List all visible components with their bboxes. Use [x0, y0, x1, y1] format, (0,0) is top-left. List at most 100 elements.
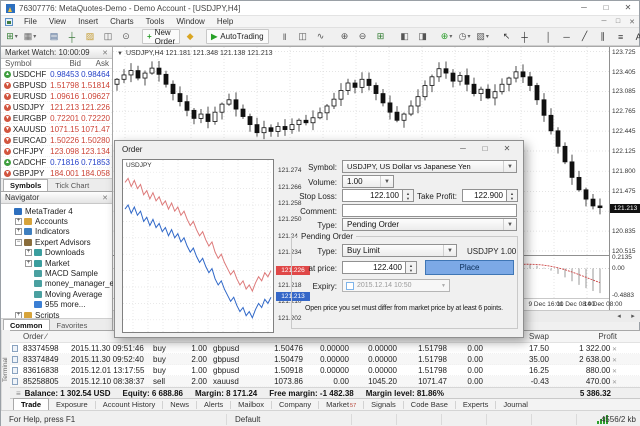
- tab-journal[interactable]: Journal: [496, 399, 535, 410]
- menu-item-window[interactable]: Window: [170, 16, 210, 28]
- market-watch-row-usdjpy[interactable]: ▼USDJPY121.213121.226: [1, 102, 112, 113]
- order-row-83616838[interactable]: 836168382015.12.01 13:17:55buy1.00gbpusd…: [10, 365, 640, 376]
- strategy-tester-icon[interactable]: ⊙: [118, 29, 134, 44]
- metaeditor-icon[interactable]: ◆: [182, 29, 198, 44]
- menu-item-view[interactable]: View: [43, 16, 72, 28]
- tab-account-history[interactable]: Account History: [96, 399, 163, 410]
- navigator-icon[interactable]: ▨: [82, 29, 98, 44]
- at-price-stepper[interactable]: ▲▼: [406, 261, 417, 274]
- scroll-left-icon[interactable]: ◂: [613, 312, 625, 322]
- navigator-item-metatrader-4[interactable]: MetaTrader 4: [1, 206, 112, 216]
- autotrading-button[interactable]: ▶AutoTrading: [206, 29, 268, 44]
- vertical-line-icon[interactable]: │: [541, 29, 557, 44]
- chevron-down-icon[interactable]: ▼: [503, 161, 516, 172]
- close-icon[interactable]: ✕: [102, 194, 108, 202]
- status-profile[interactable]: Default: [235, 415, 260, 424]
- tab-mailbox[interactable]: Mailbox: [231, 399, 271, 410]
- line-chart-icon[interactable]: ∿: [313, 29, 329, 44]
- expand-icon[interactable]: +: [25, 249, 32, 256]
- scroll-right-icon[interactable]: ▸: [627, 312, 639, 322]
- templates-icon[interactable]: ▧▾: [475, 29, 491, 44]
- zoom-in-icon[interactable]: ⊕: [337, 29, 353, 44]
- one-click-trading-toggle[interactable]: ▼: [117, 51, 123, 57]
- child-close-button[interactable]: ✕: [625, 18, 639, 26]
- menu-item-insert[interactable]: Insert: [72, 16, 104, 28]
- child-restore-button[interactable]: □: [611, 18, 625, 26]
- volume-select[interactable]: 1.00 ▼: [342, 175, 394, 188]
- menu-item-charts[interactable]: Charts: [104, 16, 140, 28]
- tab-experts[interactable]: Experts: [456, 399, 495, 410]
- order-type-select[interactable]: Pending Order ▼: [342, 218, 517, 231]
- chart-window-icon[interactable]: [5, 18, 13, 26]
- chevron-down-icon[interactable]: ▼: [503, 219, 516, 230]
- symbol-select[interactable]: USDJPY, US Dollar vs Japanese Yen ▼: [342, 160, 517, 173]
- at-price-input[interactable]: 122.400: [342, 261, 406, 274]
- new-order-button[interactable]: +New Order: [142, 29, 180, 44]
- market-watch-row-eurcad[interactable]: ▼EURCAD1.502261.50280: [1, 135, 112, 146]
- close-position-icon[interactable]: ✕: [610, 358, 617, 364]
- profiles-icon[interactable]: ▦▾: [22, 29, 38, 44]
- window-close-button[interactable]: ✕: [617, 1, 639, 15]
- cascade-windows-icon[interactable]: ◨: [415, 29, 431, 44]
- market-watch-row-cadchf[interactable]: ▲CADCHF0.718160.71853: [1, 157, 112, 168]
- pending-type-select[interactable]: Buy Limit ▼: [342, 244, 457, 257]
- tab-alerts[interactable]: Alerts: [197, 399, 230, 410]
- navigator-item-indicators[interactable]: +Indicators: [1, 227, 112, 237]
- tab-exposure[interactable]: Exposure: [49, 399, 95, 410]
- close-position-icon[interactable]: ✕: [610, 380, 617, 386]
- trendline-icon[interactable]: ╱: [577, 29, 593, 44]
- market-watch-row-gbpusd[interactable]: ▼GBPUSD1.517981.51814: [1, 80, 112, 91]
- navigator-item-955-more-[interactable]: 955 more...: [1, 300, 112, 310]
- expand-icon[interactable]: +: [25, 260, 32, 267]
- child-minimize-button[interactable]: ─: [597, 18, 611, 26]
- comment-input[interactable]: [342, 204, 517, 217]
- tab-company[interactable]: Company: [272, 399, 318, 410]
- order-row-83374598[interactable]: 833745982015.11.30 09:51:46buy1.00gbpusd…: [10, 343, 640, 354]
- navigator-item-downloads[interactable]: +Downloads: [1, 248, 112, 258]
- market-watch-row-usdchf[interactable]: ▲USDCHF0.984530.98464: [1, 69, 112, 80]
- zoom-out-icon[interactable]: ⊖: [355, 29, 371, 44]
- close-position-icon[interactable]: ✕: [610, 369, 617, 375]
- window-maximize-button[interactable]: □: [595, 1, 617, 15]
- channel-icon[interactable]: ∥: [595, 29, 611, 44]
- indicators-icon[interactable]: ⊕▾: [439, 29, 455, 44]
- order-row-85258805[interactable]: 852588052015.12.10 08:38:37sell2.00xauus…: [10, 376, 640, 387]
- menu-item-help[interactable]: Help: [211, 16, 239, 28]
- take-profit-stepper[interactable]: ▲▼: [507, 189, 518, 202]
- dialog-maximize-button[interactable]: □: [477, 143, 493, 155]
- market-watch-icon[interactable]: ▤: [46, 29, 62, 44]
- chevron-down-icon[interactable]: ▼: [380, 176, 393, 187]
- tab-tick-chart[interactable]: Tick Chart: [48, 179, 96, 191]
- cursor-icon[interactable]: ↖: [499, 29, 515, 44]
- place-order-button[interactable]: Place: [425, 260, 514, 275]
- dialog-close-button[interactable]: ✕: [499, 143, 515, 155]
- new-chart-icon[interactable]: ⊞▾: [4, 29, 20, 44]
- dialog-minimize-button[interactable]: ─: [455, 143, 471, 155]
- fibonacci-icon[interactable]: ≡: [613, 29, 629, 44]
- arrange-windows-icon[interactable]: ◧: [397, 29, 413, 44]
- market-watch-row-chfjpy[interactable]: ▼CHFJPY123.098123.134: [1, 146, 112, 157]
- market-watch-row-eurgbp[interactable]: ▼EURGBP0.722010.72220: [1, 113, 112, 124]
- data-window-icon[interactable]: ┼: [64, 29, 80, 44]
- tab-signals[interactable]: Signals: [364, 399, 403, 410]
- expand-icon[interactable]: +: [15, 218, 22, 225]
- tab-market[interactable]: Market57: [319, 399, 363, 410]
- terminal-icon[interactable]: ◫: [100, 29, 116, 44]
- navigator-item-accounts[interactable]: +Accounts: [1, 216, 112, 226]
- close-position-icon[interactable]: ✕: [610, 347, 617, 353]
- menu-item-tools[interactable]: Tools: [140, 16, 171, 28]
- navigator-item-expert-advisors[interactable]: −Expert Advisors: [1, 237, 112, 247]
- market-watch-header[interactable]: Market Watch: 10:00:09 ✕: [1, 47, 112, 59]
- take-profit-input[interactable]: 122.900: [462, 189, 507, 202]
- bar-chart-icon[interactable]: ‖: [277, 29, 293, 44]
- navigator-item-macd-sample[interactable]: MACD Sample: [1, 268, 112, 278]
- menu-item-file[interactable]: File: [18, 16, 43, 28]
- tab-symbols[interactable]: Symbols: [3, 179, 48, 191]
- tab-trade[interactable]: Trade: [13, 398, 49, 410]
- candlestick-icon[interactable]: ◫: [295, 29, 311, 44]
- close-icon[interactable]: ✕: [102, 49, 108, 57]
- horizontal-line-icon[interactable]: ─: [559, 29, 575, 44]
- periods-icon[interactable]: ◷▾: [457, 29, 473, 44]
- expiry-checkbox[interactable]: [346, 282, 354, 290]
- navigator-item-moving-average[interactable]: Moving Average: [1, 289, 112, 299]
